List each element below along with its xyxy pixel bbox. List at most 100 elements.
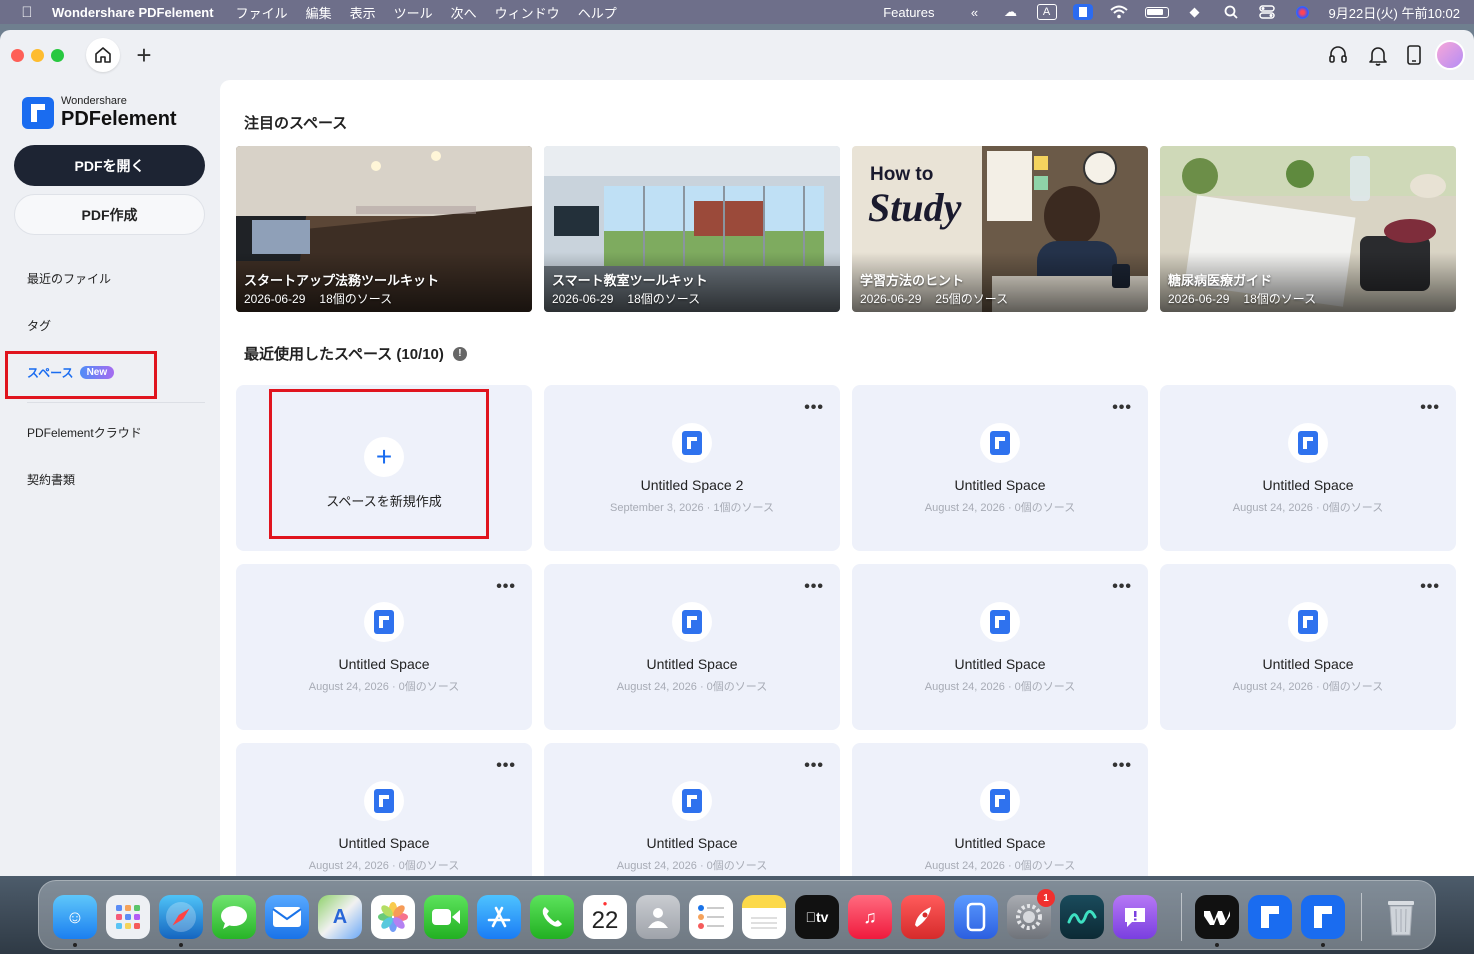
pdfelement-dock-icon[interactable]: [1248, 895, 1292, 939]
running-indicator: [73, 943, 77, 947]
running-indicator: [179, 943, 183, 947]
pdfelement-status-icon[interactable]: [1072, 4, 1093, 20]
system-settings-icon[interactable]: 1: [1007, 889, 1055, 939]
finder-icon[interactable]: ☺: [53, 895, 97, 939]
contacts-icon[interactable]: [636, 895, 680, 939]
notes-icon[interactable]: [742, 895, 786, 939]
more-options-icon[interactable]: •••: [1420, 578, 1440, 596]
rewind-icon[interactable]: «: [965, 4, 985, 20]
open-pdf-button[interactable]: PDFを開く: [14, 145, 205, 186]
zoom-window-button[interactable]: [51, 49, 64, 62]
more-options-icon[interactable]: •••: [804, 399, 824, 417]
space-card[interactable]: ••• Untitled Space August 24, 2026 · 0個の…: [544, 564, 840, 730]
create-pdf-button[interactable]: PDF作成: [14, 194, 205, 235]
sidebar: Wondershare PDFelement PDFを開く PDF作成 最近のフ…: [0, 80, 220, 876]
apple-tv-icon[interactable]: tv: [795, 895, 839, 939]
space-doc-icon: [672, 602, 712, 642]
space-card[interactable]: ••• Untitled Space August 24, 2026 · 0個の…: [852, 385, 1148, 551]
highlight-box-create-space: [269, 389, 489, 539]
battery-icon[interactable]: [1144, 6, 1169, 18]
siri-icon[interactable]: [1293, 4, 1313, 20]
messages-icon[interactable]: [212, 895, 256, 939]
app-window: + Wondershare PDFelement PDFを開く PDF作成 最近…: [0, 30, 1474, 876]
menu-edit[interactable]: 編集: [306, 3, 332, 22]
control-center-icon[interactable]: [1257, 4, 1277, 20]
featured-space-card[interactable]: スマート教室ツールキット 2026-06-29 18個のソース: [544, 146, 840, 312]
notifications-button[interactable]: [1361, 38, 1395, 72]
minimize-window-button[interactable]: [31, 49, 44, 62]
sidebar-item-cloud[interactable]: PDFelementクラウド: [27, 424, 142, 441]
featured-space-card[interactable]: How to Study 学習方法のヒント 2026-06-29 25個のソース: [852, 146, 1148, 312]
space-card[interactable]: ••• Untitled Space August 24, 2026 · 0個の…: [852, 743, 1148, 876]
space-card[interactable]: ••• Untitled Space 2 September 3, 2026 ·…: [544, 385, 840, 551]
menu-window[interactable]: ウィンドウ: [495, 3, 560, 22]
reminders-icon[interactable]: [689, 895, 733, 939]
featured-space-card[interactable]: 糖尿病医療ガイド 2026-06-29 18個のソース: [1160, 146, 1456, 312]
feedback-icon[interactable]: [1113, 895, 1157, 939]
mirror-app-icon[interactable]: [954, 895, 998, 939]
trash-icon[interactable]: [1379, 895, 1423, 939]
space-meta: August 24, 2026 · 0個のソース: [308, 860, 460, 872]
space-card[interactable]: ••• Untitled Space August 24, 2026 · 0個の…: [236, 743, 532, 876]
menu-go[interactable]: 次へ: [451, 3, 477, 22]
sidebar-item-contracts[interactable]: 契約書類: [27, 471, 75, 488]
menu-view[interactable]: 表示: [350, 3, 376, 22]
space-meta: August 24, 2026 · 0個のソース: [616, 860, 768, 872]
space-card[interactable]: ••• Untitled Space August 24, 2026 · 0個の…: [544, 743, 840, 876]
music-icon[interactable]: ♫: [848, 895, 892, 939]
photos-icon[interactable]: [371, 895, 415, 939]
wifi-icon[interactable]: [1109, 4, 1129, 20]
more-options-icon[interactable]: •••: [1112, 757, 1132, 775]
info-icon[interactable]: !: [452, 346, 467, 361]
home-button[interactable]: [86, 38, 120, 72]
mail-icon[interactable]: [265, 895, 309, 939]
rocket-typist-icon[interactable]: [901, 895, 945, 939]
more-options-icon[interactable]: •••: [804, 757, 824, 775]
more-options-icon[interactable]: •••: [1420, 399, 1440, 417]
menu-tools[interactable]: ツール: [394, 3, 433, 22]
layers-icon[interactable]: ◆: [1185, 4, 1205, 20]
space-name: Untitled Space: [646, 835, 738, 851]
menu-file[interactable]: ファイル: [236, 3, 288, 22]
menu-features[interactable]: Features: [883, 5, 934, 20]
featured-spaces-title: 注目のスペース: [244, 115, 348, 132]
logo-brand: Wondershare: [61, 95, 127, 107]
safari-icon[interactable]: [159, 895, 203, 939]
more-options-icon[interactable]: •••: [496, 757, 516, 775]
apple-menu-icon[interactable]: : [18, 4, 36, 21]
menu-datetime[interactable]: 9月22日(火) 午前10:02: [1329, 3, 1461, 22]
space-card[interactable]: ••• Untitled Space August 24, 2026 · 0個の…: [852, 564, 1148, 730]
running-indicator: [1215, 943, 1219, 947]
cloud-icon[interactable]: ☁: [1001, 4, 1021, 20]
maps-icon[interactable]: A: [318, 895, 362, 939]
featured-space-card[interactable]: スタートアップ法務ツールキット 2026-06-29 18個のソース: [236, 146, 532, 312]
input-method-icon[interactable]: A: [1036, 4, 1057, 20]
more-options-icon[interactable]: •••: [1112, 399, 1132, 417]
space-card[interactable]: ••• Untitled Space August 24, 2026 · 0個の…: [1160, 564, 1456, 730]
sidebar-item-recent-files[interactable]: 最近のファイル: [27, 270, 111, 287]
support-button[interactable]: [1321, 38, 1355, 72]
new-tab-button[interactable]: +: [127, 38, 161, 72]
space-card[interactable]: ••• Untitled Space August 24, 2026 · 0個の…: [236, 564, 532, 730]
facetime-icon[interactable]: [424, 895, 468, 939]
account-avatar[interactable]: [1433, 38, 1467, 72]
pdfelement-alt-dock-icon[interactable]: [1301, 895, 1345, 939]
launchpad-icon[interactable]: [106, 895, 150, 939]
menu-help[interactable]: ヘルプ: [578, 3, 617, 22]
plus-icon: +: [136, 39, 152, 70]
menu-app-name[interactable]: Wondershare PDFelement: [52, 5, 214, 20]
freeform-icon[interactable]: [1060, 895, 1104, 939]
more-options-icon[interactable]: •••: [1112, 578, 1132, 596]
space-doc-icon: [1288, 602, 1328, 642]
phone-icon[interactable]: [530, 895, 574, 939]
spotlight-search-icon[interactable]: [1221, 4, 1241, 20]
sidebar-item-tags[interactable]: タグ: [27, 317, 51, 334]
device-button[interactable]: [1397, 38, 1431, 72]
close-window-button[interactable]: [11, 49, 24, 62]
app-store-icon[interactable]: [477, 895, 521, 939]
more-options-icon[interactable]: •••: [804, 578, 824, 596]
space-card[interactable]: ••• Untitled Space August 24, 2026 · 0個の…: [1160, 385, 1456, 551]
more-options-icon[interactable]: •••: [496, 578, 516, 596]
calendar-icon[interactable]: ● 22: [583, 895, 627, 939]
wondershare-filmora-icon[interactable]: [1195, 895, 1239, 939]
